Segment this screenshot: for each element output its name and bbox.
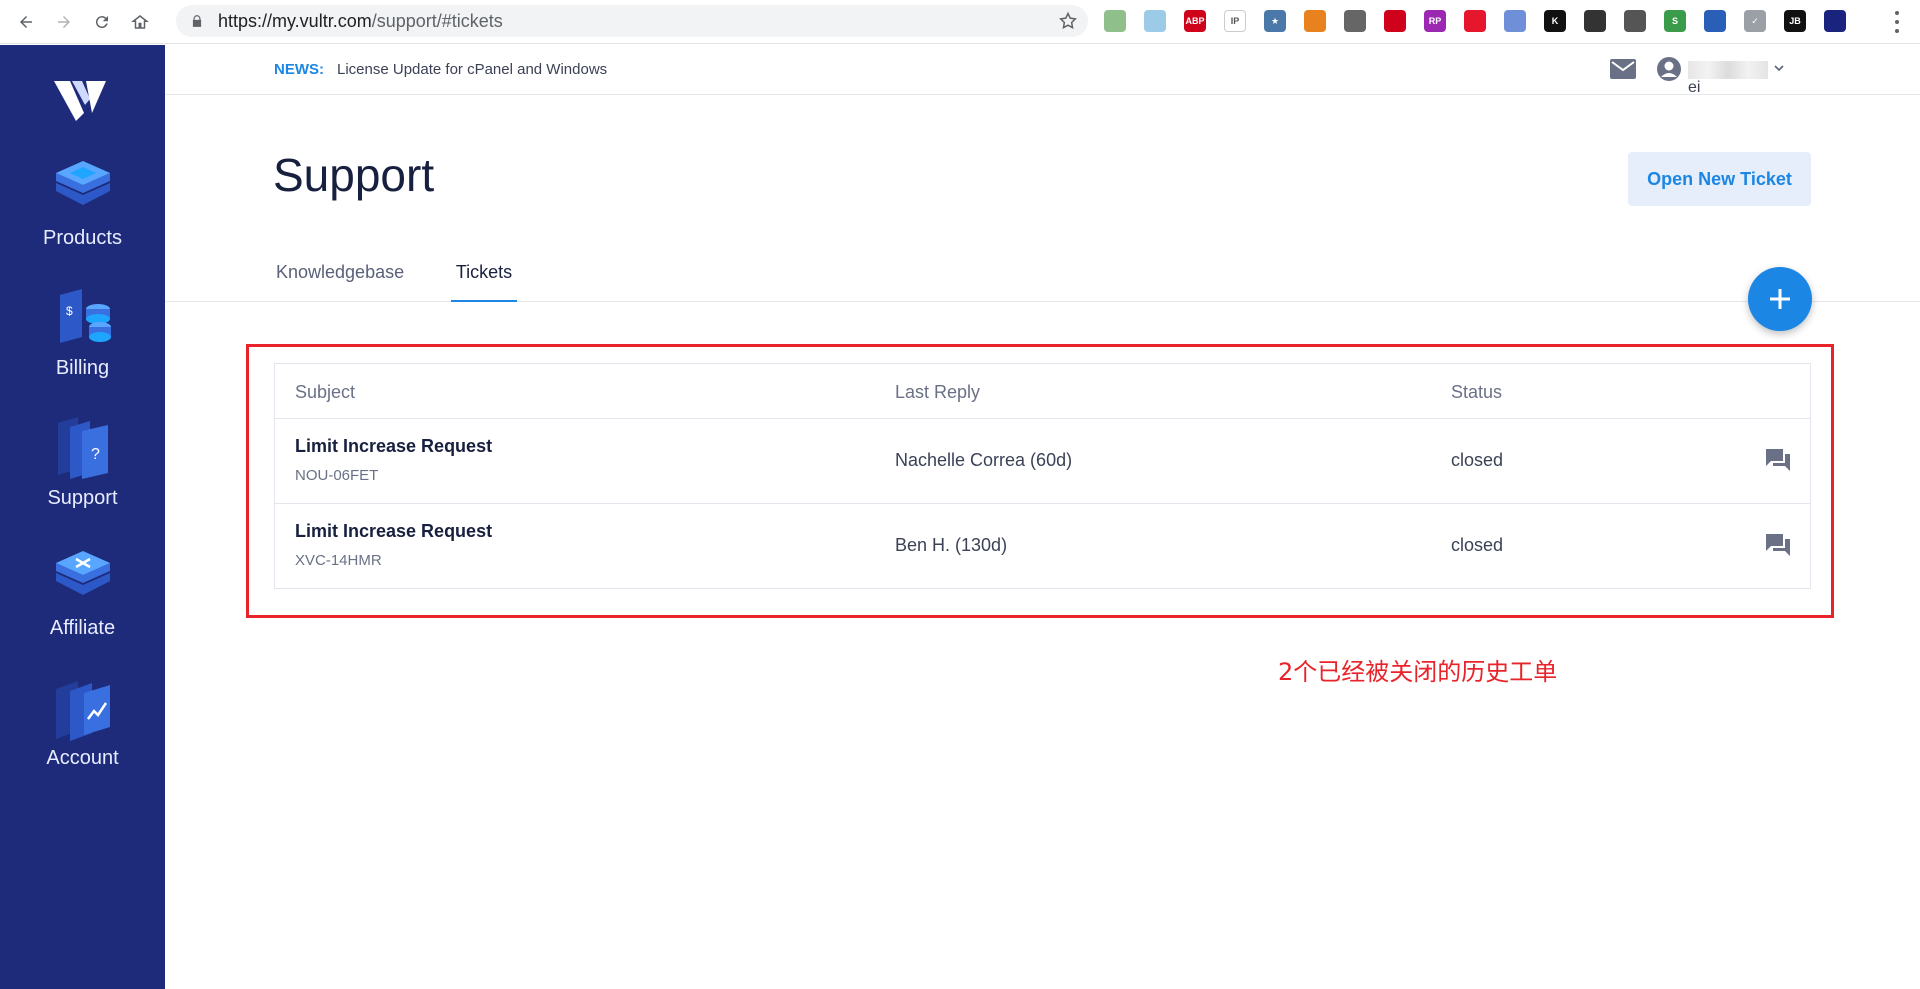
aperture-extension-icon[interactable] bbox=[1584, 10, 1606, 32]
address-bar[interactable]: https://my.vultr.com/support/#tickets bbox=[176, 5, 1088, 37]
support-icon: ? bbox=[48, 415, 118, 485]
products-icon bbox=[48, 155, 118, 225]
url-host: https://my.vultr.com bbox=[218, 10, 372, 31]
account-icon bbox=[48, 675, 118, 745]
sidebar-label-support: Support bbox=[47, 487, 118, 509]
blue-circle-extension-icon[interactable] bbox=[1504, 10, 1526, 32]
sidebar-label-account: Account bbox=[46, 747, 119, 769]
extensions-toolbar: ABP IP ★ RP K S ✓ JB bbox=[1104, 9, 1864, 33]
back-arrow-icon[interactable] bbox=[14, 10, 38, 34]
check-extension-icon[interactable]: ✓ bbox=[1744, 10, 1766, 32]
reload-icon[interactable] bbox=[90, 10, 114, 34]
svg-text:$: $ bbox=[66, 304, 73, 318]
url-text: https://my.vultr.com/support/#tickets bbox=[218, 11, 503, 32]
sidebar-item-products[interactable]: Products bbox=[0, 155, 165, 265]
add-ticket-fab-button[interactable] bbox=[1748, 267, 1812, 331]
plus-icon bbox=[1770, 289, 1790, 309]
parachute-extension-icon[interactable] bbox=[1344, 10, 1366, 32]
red-arrow-extension-icon[interactable] bbox=[1384, 10, 1406, 32]
sidebar-label-products: Products bbox=[43, 227, 122, 249]
green-s-extension-icon[interactable]: S bbox=[1664, 10, 1686, 32]
user-name-visible: ei bbox=[1688, 79, 1701, 97]
chevron-down-icon[interactable] bbox=[1773, 62, 1785, 74]
rp-extension-icon[interactable]: RP bbox=[1424, 10, 1446, 32]
sidebar-item-account[interactable]: Account bbox=[0, 675, 165, 785]
profile-extension-icon[interactable] bbox=[1824, 10, 1846, 32]
tabs: Knowledgebase Tickets bbox=[165, 252, 1920, 302]
cloud-extension-icon[interactable] bbox=[1144, 10, 1166, 32]
cat-extension-icon[interactable] bbox=[1624, 10, 1646, 32]
green-circle-extension-icon[interactable] bbox=[1104, 10, 1126, 32]
jb-extension-icon[interactable]: JB bbox=[1784, 10, 1806, 32]
url-path: /support/#tickets bbox=[371, 10, 503, 31]
page-title: Support bbox=[273, 149, 435, 201]
globe-extension-icon[interactable] bbox=[1704, 10, 1726, 32]
user-name[interactable]: ei bbox=[1688, 61, 1768, 97]
vultr-logo[interactable] bbox=[52, 73, 108, 123]
user-avatar-icon[interactable] bbox=[1656, 56, 1682, 82]
browser-menu-icon[interactable] bbox=[1894, 11, 1900, 33]
weibo-extension-icon[interactable] bbox=[1464, 10, 1486, 32]
news-bar: NEWS: License Update for cPanel and Wind… bbox=[165, 45, 1920, 97]
sidebar-item-support[interactable]: ? Support bbox=[0, 415, 165, 525]
tab-tickets[interactable]: Tickets bbox=[451, 262, 517, 302]
affiliate-icon bbox=[48, 545, 118, 615]
lock-icon bbox=[192, 15, 202, 27]
news-label: NEWS: bbox=[274, 61, 324, 78]
star-extension-icon[interactable]: ★ bbox=[1264, 10, 1286, 32]
sidebar-item-affiliate[interactable]: Affiliate bbox=[0, 545, 165, 655]
sidebar: Products $ Billing ? Support Affiliate A… bbox=[0, 45, 165, 989]
mail-icon[interactable] bbox=[1610, 59, 1636, 79]
tab-knowledgebase[interactable]: Knowledgebase bbox=[276, 262, 404, 302]
bookmark-star-icon[interactable] bbox=[1058, 11, 1078, 31]
annotation-text: 2个已经被关闭的历史工单 bbox=[1278, 658, 1558, 686]
forward-arrow-icon[interactable] bbox=[52, 10, 76, 34]
adblock-plus-icon[interactable]: ABP bbox=[1184, 10, 1206, 32]
annotation-highlight-box bbox=[246, 344, 1834, 618]
open-new-ticket-button[interactable]: Open New Ticket bbox=[1628, 152, 1811, 206]
svg-text:?: ? bbox=[91, 446, 100, 463]
fox-extension-icon[interactable] bbox=[1304, 10, 1326, 32]
browser-toolbar: https://my.vultr.com/support/#tickets AB… bbox=[0, 0, 1920, 44]
sidebar-label-billing: Billing bbox=[55, 357, 110, 379]
billing-icon: $ bbox=[48, 285, 118, 355]
black-k-extension-icon[interactable]: K bbox=[1544, 10, 1566, 32]
news-link[interactable]: License Update for cPanel and Windows bbox=[337, 61, 607, 78]
ip-extension-icon[interactable]: IP bbox=[1224, 10, 1246, 32]
sidebar-label-affiliate: Affiliate bbox=[49, 617, 116, 639]
sidebar-item-billing[interactable]: $ Billing bbox=[0, 285, 165, 395]
home-icon[interactable] bbox=[128, 10, 152, 34]
